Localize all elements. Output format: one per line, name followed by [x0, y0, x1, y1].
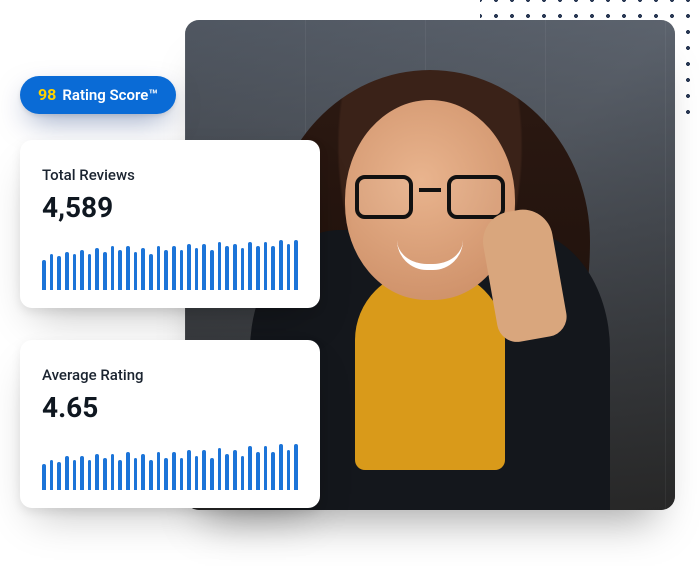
- average-rating-value: 4.65: [42, 394, 298, 422]
- sparkline-bar: [241, 456, 245, 490]
- glasses-icon: [355, 175, 505, 219]
- sparkline-bar: [195, 456, 199, 490]
- sparkline-bar: [210, 458, 214, 490]
- sparkline-bar: [111, 246, 115, 290]
- sparkline-bar: [202, 244, 206, 290]
- sparkline-bar: [294, 444, 298, 490]
- sparkline-bar: [95, 248, 99, 290]
- sparkline-bar: [126, 246, 130, 290]
- rating-score-pill: 98 Rating Score™: [20, 76, 176, 114]
- total-reviews-value: 4,589: [42, 194, 298, 222]
- average-rating-sparkline: [42, 438, 298, 490]
- average-rating-label: Average Rating: [42, 366, 298, 384]
- sparkline-bar: [195, 248, 199, 290]
- sparkline-bar: [134, 458, 138, 490]
- sparkline-bar: [134, 252, 138, 290]
- sparkline-bar: [210, 250, 214, 290]
- sparkline-bar: [73, 254, 77, 290]
- total-reviews-label: Total Reviews: [42, 166, 298, 184]
- sparkline-bar: [118, 460, 122, 490]
- sparkline-bar: [256, 246, 260, 290]
- sparkline-bar: [57, 462, 61, 490]
- sparkline-bar: [233, 244, 237, 290]
- sparkline-bar: [88, 254, 92, 290]
- photo-shirt: [355, 270, 505, 470]
- sparkline-bar: [149, 460, 153, 490]
- sparkline-bar: [241, 248, 245, 290]
- sparkline-bar: [248, 242, 252, 290]
- sparkline-bar: [218, 242, 222, 290]
- total-reviews-card: Total Reviews 4,589: [20, 140, 320, 308]
- sparkline-bar: [88, 460, 92, 490]
- stage: 98 Rating Score™ Total Reviews 4,589 Ave…: [0, 0, 700, 566]
- sparkline-bar: [202, 450, 206, 490]
- sparkline-bar: [80, 250, 84, 290]
- sparkline-bar: [172, 452, 176, 490]
- sparkline-bar: [172, 246, 176, 290]
- sparkline-bar: [118, 250, 122, 290]
- sparkline-bar: [95, 454, 99, 490]
- sparkline-bar: [65, 252, 69, 290]
- sparkline-bar: [149, 254, 153, 290]
- average-rating-card: Average Rating 4.65: [20, 340, 320, 508]
- sparkline-bar: [279, 444, 283, 490]
- sparkline-bar: [279, 240, 283, 290]
- sparkline-bar: [126, 452, 130, 490]
- sparkline-bar: [103, 458, 107, 490]
- sparkline-bar: [218, 448, 222, 490]
- sparkline-bar: [157, 246, 161, 290]
- rating-score-number: 98: [38, 85, 56, 104]
- sparkline-bar: [233, 450, 237, 490]
- sparkline-bar: [287, 450, 291, 490]
- sparkline-bar: [103, 252, 107, 290]
- sparkline-bar: [187, 450, 191, 490]
- sparkline-bar: [271, 452, 275, 490]
- sparkline-bar: [111, 454, 115, 490]
- sparkline-bar: [164, 250, 168, 290]
- sparkline-bar: [225, 454, 229, 490]
- sparkline-bar: [141, 454, 145, 490]
- sparkline-bar: [80, 456, 84, 490]
- sparkline-bar: [180, 250, 184, 290]
- sparkline-bar: [225, 246, 229, 290]
- sparkline-bar: [187, 244, 191, 290]
- total-reviews-sparkline: [42, 238, 298, 290]
- sparkline-bar: [42, 464, 46, 490]
- sparkline-bar: [65, 456, 69, 490]
- sparkline-bar: [50, 460, 54, 490]
- sparkline-bar: [264, 242, 268, 290]
- sparkline-bar: [180, 458, 184, 490]
- sparkline-bar: [42, 260, 46, 290]
- rating-score-label: Rating Score™: [62, 86, 157, 104]
- sparkline-bar: [141, 248, 145, 290]
- sparkline-bar: [57, 256, 61, 290]
- sparkline-bar: [157, 452, 161, 490]
- sparkline-bar: [248, 446, 252, 490]
- sparkline-bar: [50, 254, 54, 290]
- sparkline-bar: [294, 240, 298, 290]
- sparkline-bar: [73, 460, 77, 490]
- sparkline-bar: [271, 246, 275, 290]
- sparkline-bar: [287, 244, 291, 290]
- sparkline-bar: [256, 452, 260, 490]
- sparkline-bar: [264, 446, 268, 490]
- sparkline-bar: [164, 458, 168, 490]
